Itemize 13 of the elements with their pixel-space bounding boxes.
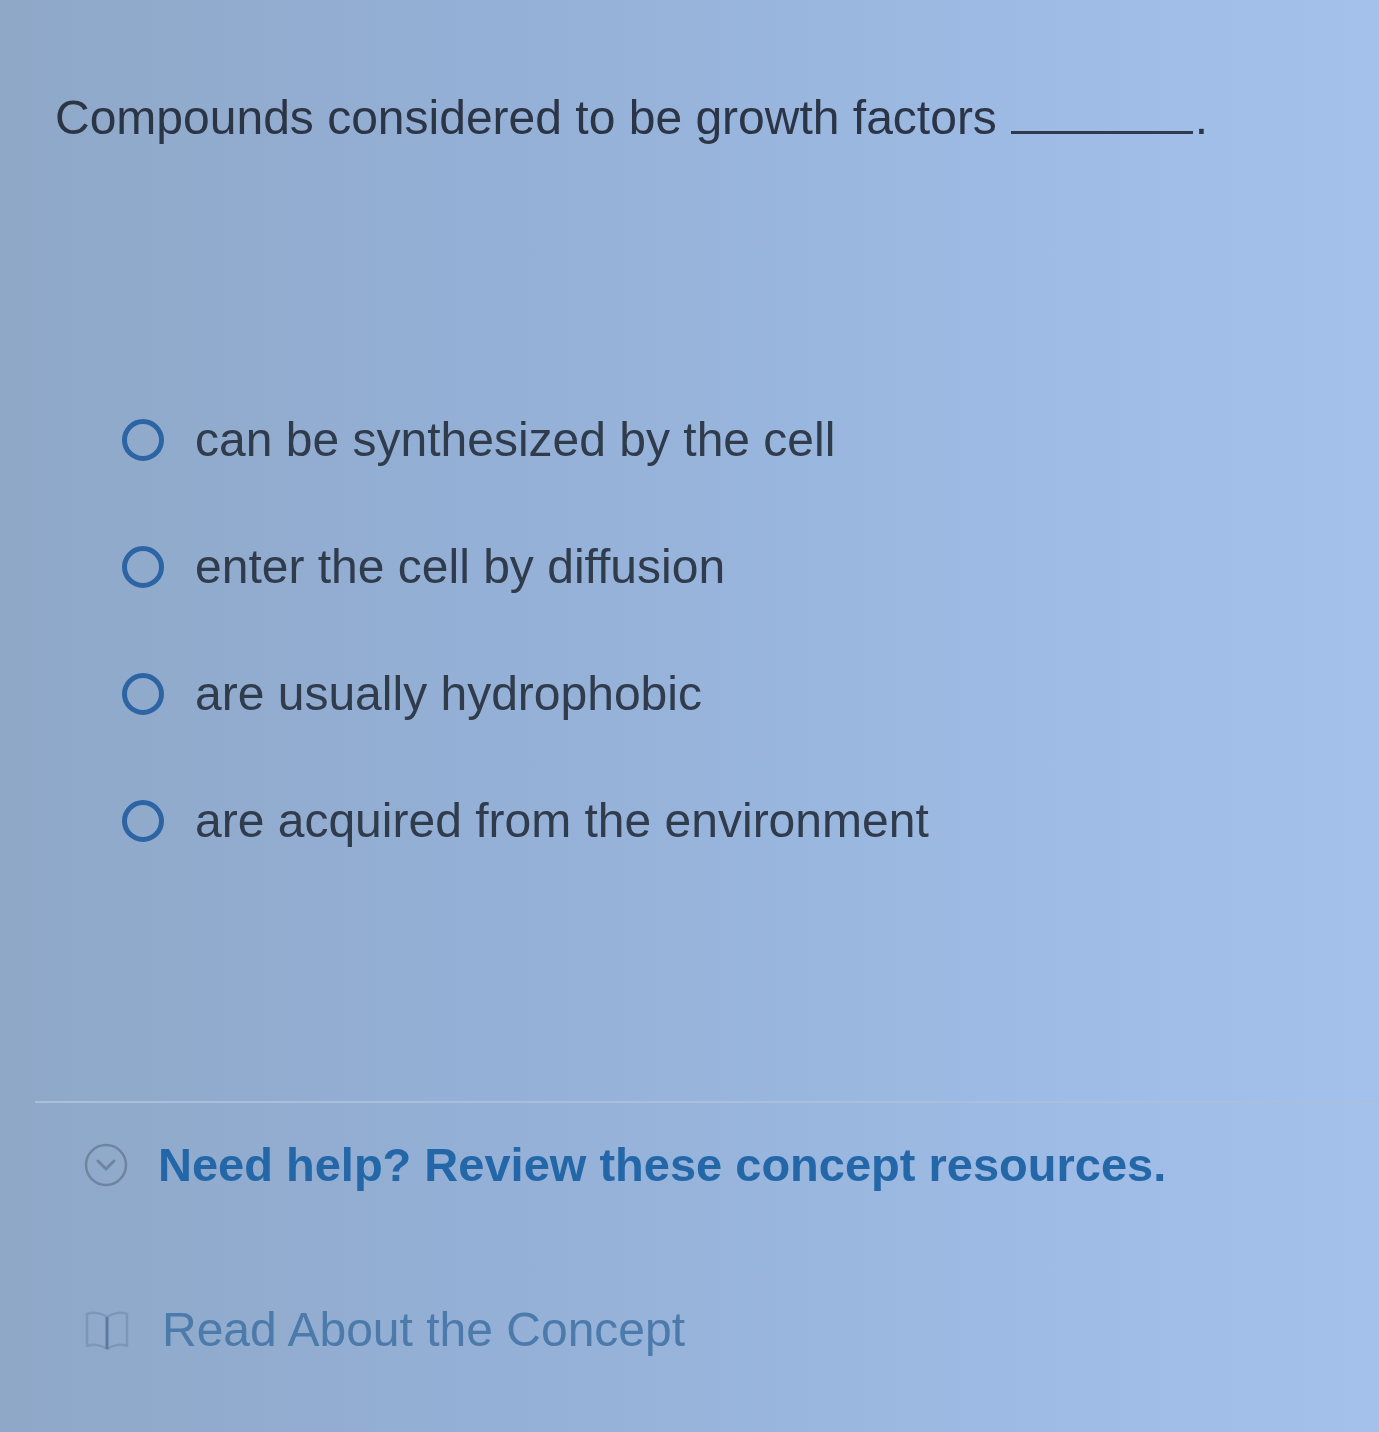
help-toggle-link[interactable]: Need help? Review these concept resources. [158, 1135, 1167, 1195]
radio-button[interactable] [122, 800, 164, 842]
option-label[interactable]: are usually hydrophobic [195, 664, 702, 724]
radio-button[interactable] [122, 673, 164, 715]
book-icon [84, 1309, 130, 1351]
option-label[interactable]: can be synthesized by the cell [195, 410, 836, 470]
question-text: Compounds considered to be growth factors [55, 90, 997, 146]
question-period: . [1194, 90, 1209, 146]
option-label[interactable]: enter the cell by diffusion [195, 537, 726, 597]
radio-button[interactable] [122, 546, 164, 588]
chevron-down-icon[interactable] [84, 1143, 128, 1187]
radio-button[interactable] [122, 419, 164, 461]
option-label[interactable]: are acquired from the environment [195, 791, 929, 851]
